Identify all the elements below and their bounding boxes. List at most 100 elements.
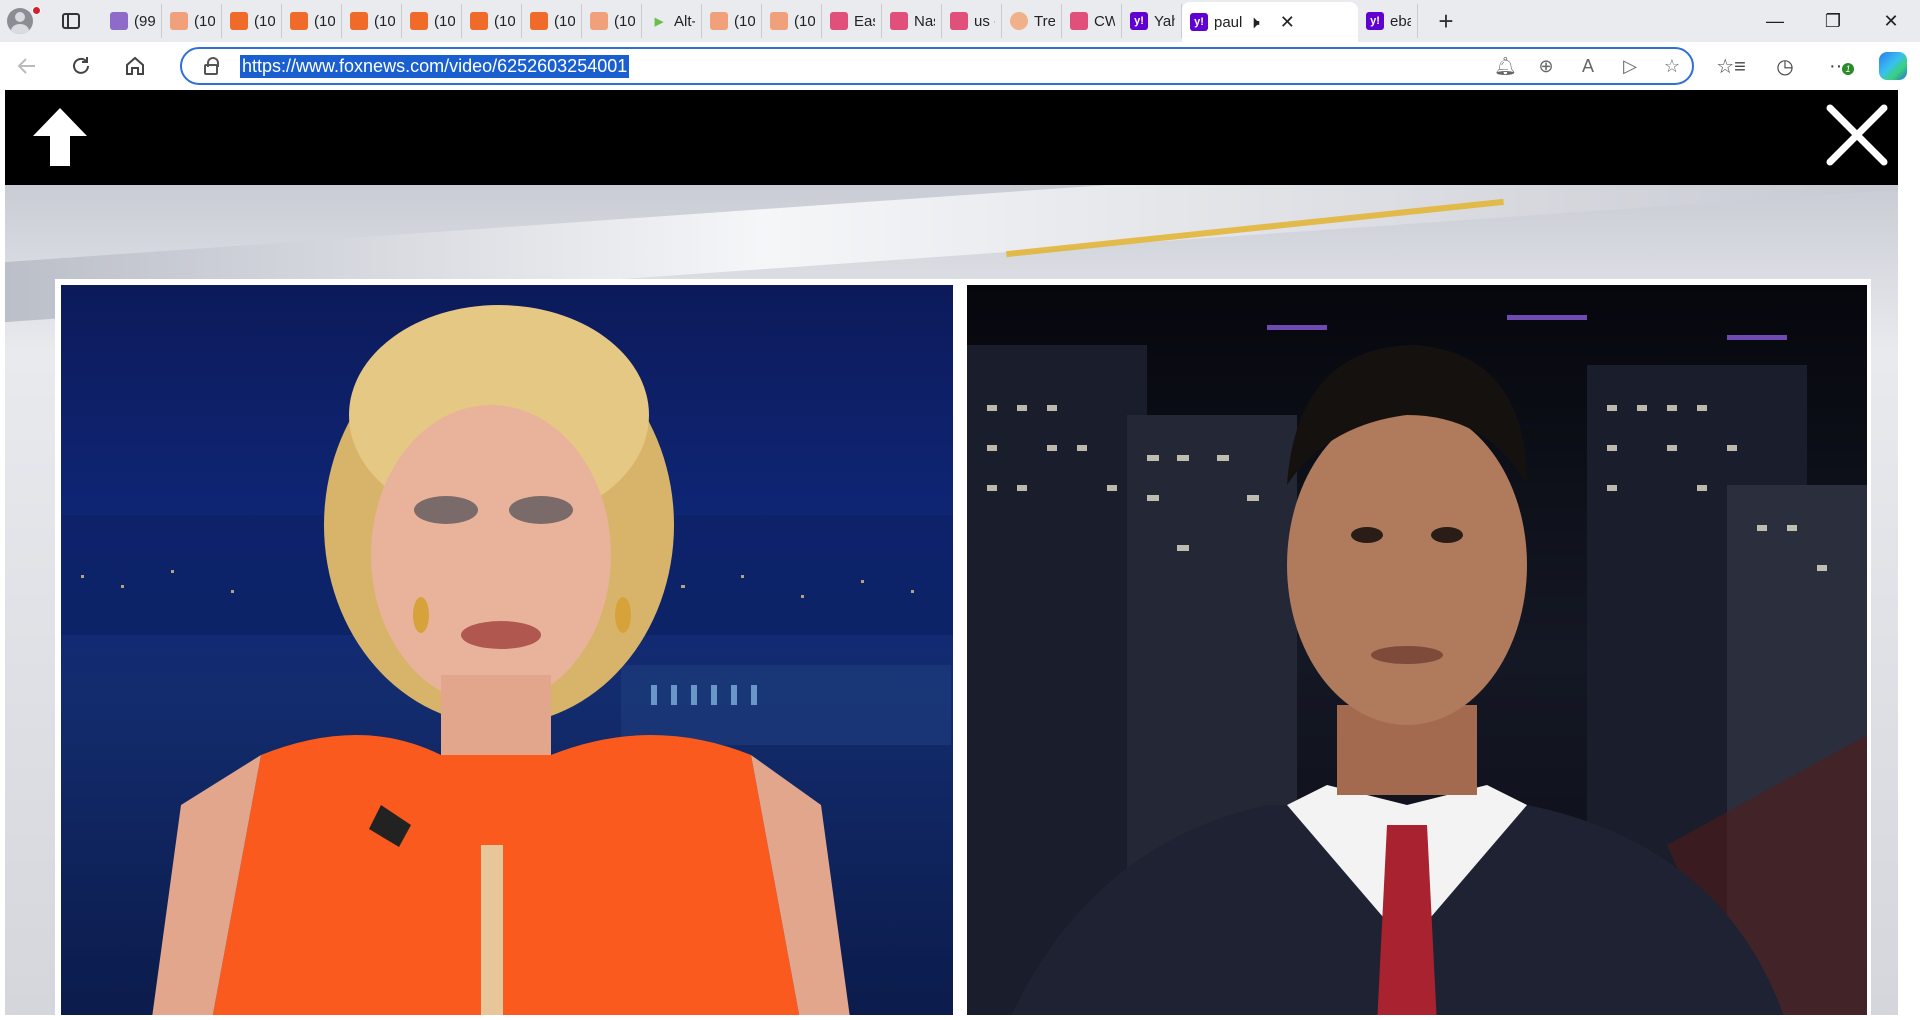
- yahoo-icon: y!: [1190, 13, 1208, 31]
- favorite-star-icon[interactable]: ☆: [1662, 56, 1682, 77]
- browser-tab[interactable]: us -: [942, 4, 1002, 38]
- new-tab-button[interactable]: +: [1418, 0, 1474, 42]
- split-screen: [55, 279, 1871, 1015]
- history-icon[interactable]: ◷: [1758, 54, 1812, 79]
- refresh-button[interactable]: [54, 42, 108, 90]
- browser-tab[interactable]: (100: [342, 4, 402, 38]
- tab-title: (100: [794, 12, 815, 30]
- bookmark-icon: [590, 12, 608, 30]
- browser-tab[interactable]: ▶ Alt-N: [642, 4, 702, 38]
- home-button[interactable]: [108, 42, 162, 90]
- immersive-reader-icon[interactable]: ▷: [1620, 56, 1640, 77]
- speaker-icon[interactable]: 🕨: [1248, 12, 1259, 33]
- yahoo-icon: y!: [1366, 12, 1384, 30]
- bookmark-icon: [770, 12, 788, 30]
- browser-tab[interactable]: (100: [282, 4, 342, 38]
- tab-title: us -: [974, 12, 995, 30]
- address-bar-icons: 🔔︎ ⊕ A ▷ ☆: [1494, 49, 1682, 83]
- browser-tab[interactable]: (100: [522, 4, 582, 38]
- browser-tab[interactable]: (100: [222, 4, 282, 38]
- more-menu-icon[interactable]: ··· 1: [1812, 55, 1866, 78]
- browser-tab[interactable]: (100: [762, 4, 822, 38]
- browser-tab[interactable]: (100: [462, 4, 522, 38]
- browser-tab[interactable]: Tren: [1002, 4, 1062, 38]
- bookmark-icon: [410, 12, 428, 30]
- tab-list: (99,9 (100 (100 (100 (100 (100 (100 (100 (100 ▶ Al…: [102, 0, 1418, 42]
- bookmark-icon: [170, 12, 188, 30]
- bell-icon[interactable]: 🔔︎: [1494, 56, 1517, 77]
- scroll-up-icon[interactable]: [25, 102, 95, 172]
- bookmark-icon: [530, 12, 548, 30]
- browser-tab[interactable]: y! paul 🕨 ✕: [1182, 2, 1358, 42]
- tab-title: (100: [434, 12, 455, 30]
- bookmark-icon: [230, 12, 248, 30]
- browser-tab[interactable]: Easie: [822, 4, 882, 38]
- tab-title: (100: [614, 12, 635, 30]
- video-icon: [1070, 12, 1088, 30]
- tab-title: (99,9: [134, 12, 155, 30]
- zoom-icon[interactable]: ⊕: [1536, 56, 1556, 77]
- browser-toolbar: ☆≡ ◷ ··· 1: [1704, 42, 1920, 90]
- tab-title: Easie: [854, 12, 875, 30]
- browser-tab[interactable]: (100: [162, 4, 222, 38]
- browser-tab[interactable]: (100: [582, 4, 642, 38]
- browser-tab[interactable]: y! Yahc: [1122, 4, 1182, 38]
- favorites-icon[interactable]: ☆≡: [1704, 54, 1758, 79]
- tab-title: Tren: [1034, 12, 1055, 30]
- video-icon: [890, 12, 908, 30]
- tab-title: CWA: [1094, 12, 1115, 30]
- host-scene: [61, 305, 953, 1015]
- player-top-bar: [5, 90, 1898, 185]
- profile-avatar[interactable]: [0, 0, 41, 42]
- copilot-icon[interactable]: [1866, 52, 1920, 80]
- read-aloud-icon[interactable]: A: [1578, 56, 1598, 77]
- right-video-panel: [967, 285, 1867, 1015]
- browser-tab[interactable]: CWA: [1062, 4, 1122, 38]
- page-content: [0, 90, 1920, 1020]
- navigation-bar: https://www.foxnews.com/video/6252603254…: [0, 42, 1920, 90]
- close-window-button[interactable]: ✕: [1862, 0, 1920, 42]
- play-icon: ▶: [654, 15, 664, 28]
- tab-title: (100: [194, 12, 215, 30]
- back-arrow-icon: [17, 58, 35, 74]
- video-player[interactable]: [5, 90, 1898, 1015]
- window-controls: — ❐ ✕: [1746, 0, 1920, 42]
- bookmark-icon: [290, 12, 308, 30]
- tab-title: ebay: [1390, 12, 1411, 30]
- restore-button[interactable]: ❐: [1804, 0, 1862, 42]
- browser-tab[interactable]: y! ebay: [1358, 4, 1418, 38]
- address-bar[interactable]: https://www.foxnews.com/video/6252603254…: [180, 47, 1694, 85]
- video-icon: [950, 12, 968, 30]
- tab-actions-button[interactable]: [40, 0, 102, 42]
- browser-tab[interactable]: (100: [702, 4, 762, 38]
- browser-tab[interactable]: Nas: [882, 4, 942, 38]
- browser-tab[interactable]: (100: [402, 4, 462, 38]
- update-badge: 1: [1842, 62, 1854, 75]
- lock-icon[interactable]: [182, 56, 240, 75]
- tab-title: (100: [314, 12, 335, 30]
- video-icon: [830, 12, 848, 30]
- tab-title: (100: [734, 12, 755, 30]
- minimize-button[interactable]: —: [1746, 0, 1804, 42]
- url-text[interactable]: https://www.foxnews.com/video/6252603254…: [240, 54, 630, 78]
- avatar-icon: [7, 8, 33, 34]
- tab-strip: (99,9 (100 (100 (100 (100 (100 (100 (100 (100 ▶ Al…: [0, 0, 1920, 42]
- circle-icon: [1010, 12, 1028, 30]
- tab-title: Alt-N: [674, 12, 695, 30]
- bookmark-icon: [350, 12, 368, 30]
- mail-icon: [110, 12, 128, 30]
- refresh-icon: [73, 57, 89, 74]
- back-button[interactable]: [0, 42, 54, 90]
- video-frame[interactable]: [5, 185, 1898, 1015]
- browser-tab[interactable]: (99,9: [102, 4, 162, 38]
- close-tab-icon[interactable]: ✕: [1280, 12, 1295, 33]
- notification-dot: [32, 6, 41, 15]
- yahoo-icon: y!: [1130, 12, 1148, 30]
- left-video-panel: [61, 285, 953, 1015]
- guest-scene: [967, 315, 1867, 1015]
- home-icon: [126, 56, 144, 75]
- tab-title: (100: [554, 12, 575, 30]
- tab-title: (100: [494, 12, 515, 30]
- tab-title: Nas: [914, 12, 935, 30]
- close-icon[interactable]: [1824, 102, 1890, 168]
